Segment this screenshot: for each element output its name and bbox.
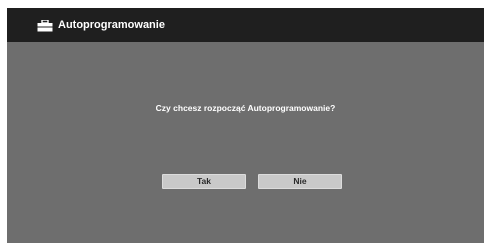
page-title: Autoprogramowanie (58, 19, 165, 31)
confirmation-question: Czy chcesz rozpocząć Autoprogramowanie? (155, 103, 336, 113)
toolbox-icon (37, 19, 53, 32)
autoprogram-screen: Autoprogramowanie Czy chcesz rozpocząć A… (7, 8, 484, 243)
no-button[interactable]: Nie (258, 174, 342, 189)
title-bar: Autoprogramowanie (7, 8, 484, 42)
yes-button[interactable]: Tak (162, 174, 246, 189)
